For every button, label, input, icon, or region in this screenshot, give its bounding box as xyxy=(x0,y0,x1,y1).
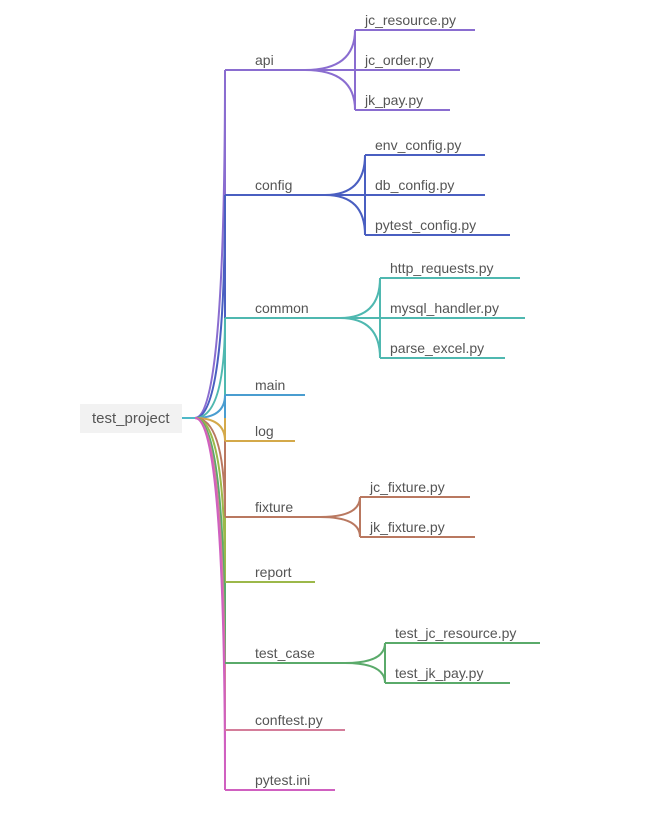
leaf-test-jc-resource: test_jc_resource.py xyxy=(395,625,516,641)
leaf-jc-order: jc_order.py xyxy=(365,52,433,68)
leaf-pytest-config: pytest_config.py xyxy=(375,217,476,233)
root-node: test_project xyxy=(80,404,182,433)
leaf-jk-fixture: jk_fixture.py xyxy=(370,519,445,535)
leaf-jc-fixture: jc_fixture.py xyxy=(370,479,445,495)
branch-log: log xyxy=(255,423,274,439)
branch-common: common xyxy=(255,300,309,316)
branch-test-case: test_case xyxy=(255,645,315,661)
leaf-parse-excel: parse_excel.py xyxy=(390,340,484,356)
branch-api: api xyxy=(255,52,274,68)
leaf-jk-pay: jk_pay.py xyxy=(365,92,423,108)
leaf-test-jk-pay: test_jk_pay.py xyxy=(395,665,483,681)
leaf-mysql-handler: mysql_handler.py xyxy=(390,300,499,316)
leaf-jc-resource: jc_resource.py xyxy=(365,12,456,28)
branch-config: config xyxy=(255,177,292,193)
branch-fixture: fixture xyxy=(255,499,293,515)
branch-conftest: conftest.py xyxy=(255,712,323,728)
branch-main: main xyxy=(255,377,285,393)
leaf-http-requests: http_requests.py xyxy=(390,260,494,276)
branch-report: report xyxy=(255,564,292,580)
branch-pytestini: pytest.ini xyxy=(255,772,310,788)
leaf-db-config: db_config.py xyxy=(375,177,454,193)
leaf-env-config: env_config.py xyxy=(375,137,461,153)
